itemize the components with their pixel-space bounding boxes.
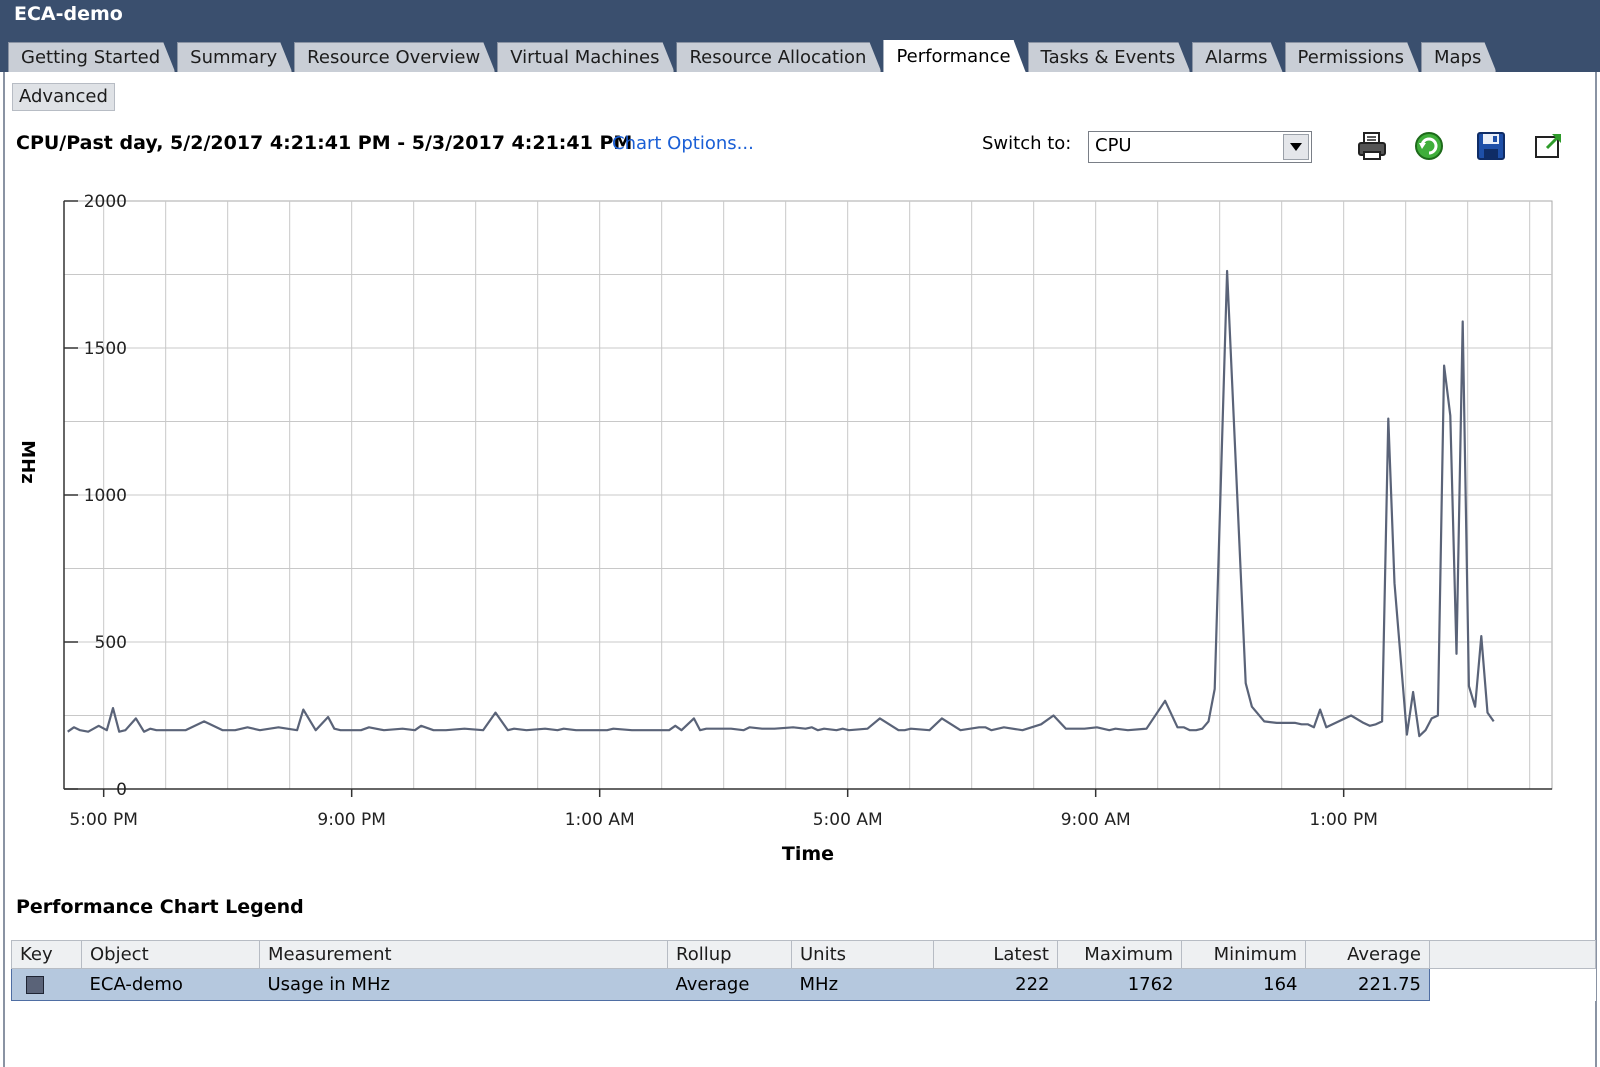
tab-alarms[interactable]: Alarms [1192,42,1282,72]
window-title: ECA-demo [14,3,123,25]
refresh-icon[interactable] [1411,128,1447,164]
chart-heading: CPU/Past day, 5/2/2017 4:21:41 PM - 5/3/… [16,132,633,154]
legend-col-average[interactable]: Average [1305,940,1430,969]
performance-chart: 0500100015002000 5:00 PM 9:00 PM 1:00 AM 5:… [17,192,1553,865]
export-icon[interactable] [1531,128,1567,164]
switch-to-select[interactable]: CPU [1088,131,1312,163]
tab-virtual-machines[interactable]: Virtual Machines [497,42,674,72]
print-icon[interactable] [1354,128,1390,164]
switch-to-value: CPU [1095,135,1132,156]
tab-getting-started[interactable]: Getting Started [8,42,175,72]
legend-header-row: Key Object Measurement Rollup Units Late… [11,940,1596,969]
legend-average: 221.75 [1305,968,1430,1001]
y-axis-label: MHz [17,440,38,483]
legend-col-latest[interactable]: Latest [933,940,1058,969]
tab-permissions[interactable]: Permissions [1285,42,1419,72]
legend-maximum: 1762 [1057,968,1182,1001]
save-icon[interactable] [1473,128,1509,164]
legend-latest: 222 [933,968,1058,1001]
x-tick-label: 1:00 PM [1309,810,1378,830]
legend-col-filler [1429,940,1596,969]
chart-options-link[interactable]: Chart Options... [612,133,754,154]
tab-performance[interactable]: Performance [883,40,1025,72]
legend-table: Key Object Measurement Rollup Units Late… [11,940,1596,1001]
legend-units: MHz [791,968,934,1001]
y-tick-label: 1500 [84,339,127,359]
x-tick-labels: 5:00 PM 9:00 PM 1:00 AM 5:00 AM 9:00 AM 1:00 … [69,810,1378,830]
legend-measurement: Usage in MHz [259,968,668,1001]
legend-title: Performance Chart Legend [16,896,304,918]
legend-key-cell [11,968,82,1001]
y-tick-label: 1000 [84,486,127,506]
x-tick-label: 9:00 PM [317,810,386,830]
switch-to-label: Switch to: [982,133,1072,154]
legend-col-units[interactable]: Units [791,940,934,969]
x-tick-label: 5:00 PM [69,810,138,830]
tab-summary[interactable]: Summary [177,42,292,72]
legend-object: ECA-demo [81,968,260,1001]
y-tick-label: 0 [116,780,127,800]
legend-col-rollup[interactable]: Rollup [667,940,792,969]
legend-col-object[interactable]: Object [81,940,260,969]
advanced-button[interactable]: Advanced [12,83,115,111]
key-swatch [26,976,44,994]
legend-rollup: Average [667,968,792,1001]
x-tick-label: 9:00 AM [1061,810,1131,830]
window-header: ECA-demo Getting Started Summary Resourc… [0,0,1600,72]
y-tick-label: 500 [95,633,127,653]
x-tick-label: 5:00 AM [813,810,883,830]
legend-row[interactable]: ECA-demo Usage in MHz Average MHz 222 17… [11,968,1596,1001]
legend-minimum: 164 [1181,968,1306,1001]
tab-resource-allocation[interactable]: Resource Allocation [676,42,881,72]
chevron-down-icon[interactable] [1283,134,1309,160]
legend-col-measurement[interactable]: Measurement [259,940,668,969]
legend-col-maximum[interactable]: Maximum [1057,940,1182,969]
tab-tasks-events[interactable]: Tasks & Events [1028,42,1191,72]
tab-resource-overview[interactable]: Resource Overview [294,42,495,72]
y-tick-label: 2000 [84,192,127,212]
legend-col-key[interactable]: Key [11,940,82,969]
x-axis-label: Time [782,843,834,865]
legend-col-minimum[interactable]: Minimum [1181,940,1306,969]
tab-maps[interactable]: Maps [1421,42,1496,72]
legend-row-filler [1429,968,1596,1001]
x-tick-label: 1:00 AM [565,810,635,830]
tab-strip: Getting Started Summary Resource Overvie… [8,40,1498,72]
